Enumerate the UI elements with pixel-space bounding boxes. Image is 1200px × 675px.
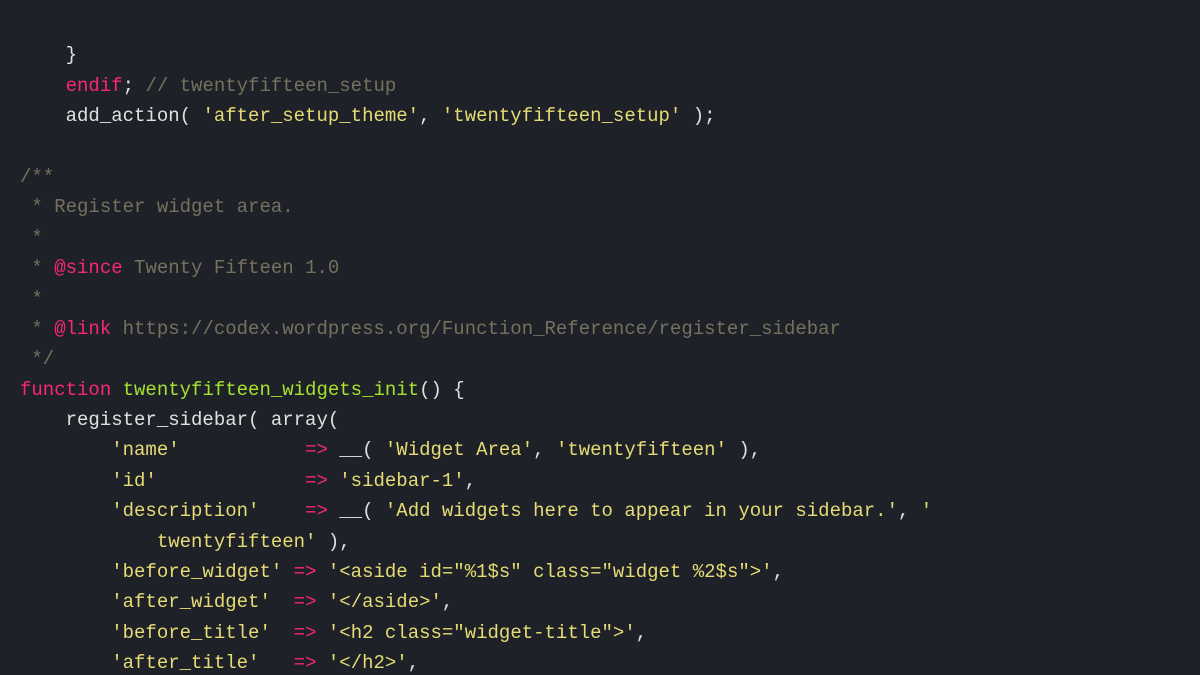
code-editor: } endif; // twentyfifteen_setup add_acti… (0, 0, 1200, 675)
line-name-param: 'name' => __( 'Widget Area', 'twentyfift… (20, 439, 761, 461)
line-after-widget: 'after_widget' => '</aside>', (20, 591, 453, 613)
line-id-param: 'id' => 'sidebar-1', (20, 470, 476, 492)
line-function-decl: function twentyfifteen_widgets_init() { (20, 379, 465, 401)
line-jsdoc-asterisk: * (20, 227, 43, 249)
line-description-param: 'description' => __( 'Add widgets here t… (20, 500, 932, 522)
line-jsdoc-register: * Register widget area. (20, 196, 294, 218)
line-before-widget: 'before_widget' => '<aside id="%1$s" cla… (20, 561, 784, 583)
line-blank1 (20, 136, 31, 158)
code-content: } endif; // twentyfifteen_setup add_acti… (20, 10, 1200, 675)
line-after-title: 'after_title' => '</h2>', (20, 652, 419, 674)
line-before-title: 'before_title' => '<h2 class="widget-tit… (20, 622, 647, 644)
line-endif: endif; // twentyfifteen_setup (20, 75, 396, 97)
line-jsdoc-end: */ (20, 348, 54, 370)
line-add-action: add_action( 'after_setup_theme', 'twenty… (20, 105, 716, 127)
line-jsdoc-start: /** (20, 166, 54, 188)
line-jsdoc-asterisk2: * (20, 288, 43, 310)
line-description-cont: twentyfifteen' ), (20, 531, 351, 553)
line-jsdoc-since: * @since Twenty Fifteen 1.0 (20, 257, 339, 279)
line-brace: } (20, 44, 77, 66)
line-register-sidebar: register_sidebar( array( (20, 409, 339, 431)
line-jsdoc-link: * @link https://codex.wordpress.org/Func… (20, 318, 841, 340)
